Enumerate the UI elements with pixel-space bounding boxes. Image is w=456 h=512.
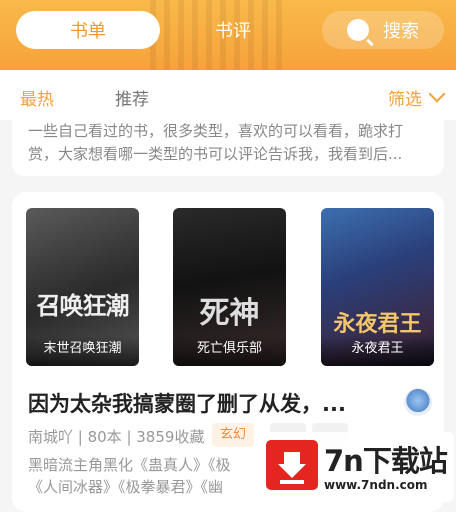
booklist-description: 黑暗流主角黑化《蛊真人》《极 《人间冰器》《极拳暴君》《幽 bbox=[28, 456, 231, 496]
search-icon bbox=[347, 19, 369, 41]
watermark-name: 7n下载站 bbox=[324, 444, 448, 478]
watermark: 7n下载站 www.7ndn.com bbox=[262, 432, 454, 502]
search-button[interactable]: 搜索 bbox=[322, 11, 444, 49]
avatar[interactable] bbox=[404, 388, 432, 416]
tab-review-label: 书评 bbox=[215, 21, 251, 42]
cover-label: 末世召唤狂潮 bbox=[26, 336, 139, 366]
watermark-url: www.7ndn.com bbox=[324, 478, 428, 492]
book-cover[interactable]: 死神 死亡俱乐部 bbox=[173, 208, 286, 366]
cover-art-title: 永夜君王 bbox=[333, 311, 422, 337]
cover-art-title: 死神 bbox=[199, 296, 260, 331]
filter-hot[interactable]: 最热 bbox=[20, 85, 54, 110]
download-icon bbox=[266, 440, 318, 490]
filter-bar: 最热 推荐 筛选 bbox=[0, 70, 456, 120]
book-cover[interactable]: 永夜君王 永夜君王 bbox=[321, 208, 434, 366]
genre-tag: 玄幻 bbox=[212, 423, 255, 447]
cover-label: 永夜君王 bbox=[321, 336, 434, 366]
booklist-title[interactable]: 因为太杂我搞蒙圈了删了从发，... bbox=[28, 388, 346, 418]
filter-screen[interactable]: 筛选 bbox=[388, 85, 422, 110]
tab-review[interactable]: 书评 bbox=[175, 11, 291, 49]
book-cover[interactable]: 召唤狂潮 末世召唤狂潮 bbox=[26, 208, 139, 366]
search-label: 搜索 bbox=[383, 21, 419, 42]
cover-art-title: 召唤狂潮 bbox=[36, 291, 130, 320]
cover-label: 死亡俱乐部 bbox=[173, 336, 286, 366]
tab-booklist[interactable]: 书单 bbox=[16, 11, 160, 49]
tab-booklist-label: 书单 bbox=[70, 21, 106, 42]
booklist-meta: 南城吖 | 80本 | 3859收藏 bbox=[28, 428, 205, 446]
intro-text: 一些自己看过的书，很多类型，喜欢的可以看看，跪求打赏，大家想看哪一类型的书可以评… bbox=[28, 122, 404, 163]
filter-recommend[interactable]: 推荐 bbox=[115, 85, 149, 110]
chevron-down-icon[interactable] bbox=[428, 85, 446, 103]
top-bar: 书单 书评 搜索 bbox=[0, 0, 456, 70]
booklist-intro-card[interactable]: 一些自己看过的书，很多类型，喜欢的可以看看，跪求打赏，大家想看哪一类型的书可以评… bbox=[12, 118, 444, 176]
